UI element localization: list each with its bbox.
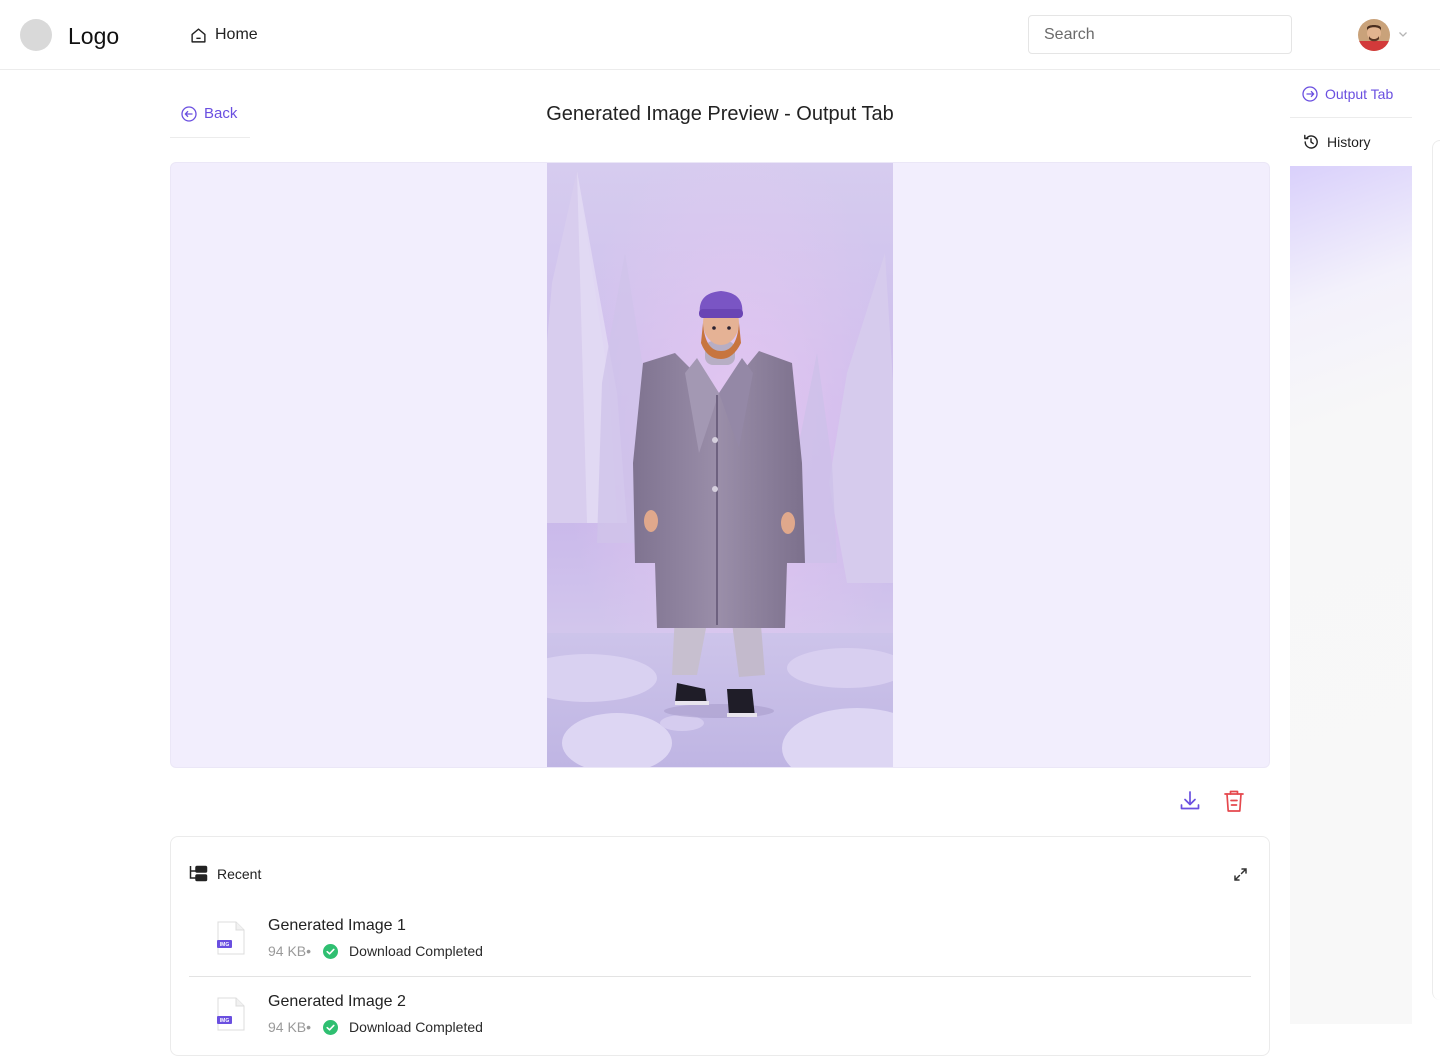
image-file-icon: IMG bbox=[217, 997, 245, 1031]
file-meta: 94 KB• Download Completed bbox=[268, 942, 483, 960]
list-item[interactable]: IMG Generated Image 2 94 KB• Download Co… bbox=[189, 979, 1251, 1053]
history-panel bbox=[1290, 166, 1412, 1024]
avatar-image bbox=[1358, 19, 1390, 51]
search-input[interactable] bbox=[1028, 15, 1292, 54]
nav-home-label: Home bbox=[215, 26, 258, 43]
recent-title: Recent bbox=[217, 865, 262, 882]
check-circle-icon bbox=[323, 1019, 339, 1035]
list-item[interactable]: IMG Generated Image 1 94 KB• Download Co… bbox=[189, 903, 1251, 977]
tab-output[interactable]: Output Tab bbox=[1290, 70, 1412, 118]
tab-history-label: History bbox=[1327, 134, 1371, 150]
file-status: Download Completed bbox=[349, 943, 483, 959]
recent-header: Recent bbox=[189, 865, 261, 882]
folder-tree-icon bbox=[189, 865, 208, 882]
expand-icon[interactable] bbox=[1233, 867, 1248, 882]
tab-output-label: Output Tab bbox=[1325, 85, 1394, 102]
logo-mark bbox=[20, 19, 52, 51]
download-icon[interactable] bbox=[1178, 789, 1202, 813]
recent-panel: Recent IMG Generated Image 1 94 KB• Down… bbox=[170, 836, 1270, 1056]
image-file-icon: IMG bbox=[217, 921, 245, 955]
chevron-down-icon[interactable] bbox=[1397, 28, 1409, 40]
logo-text: Logo bbox=[68, 23, 120, 49]
user-avatar[interactable] bbox=[1358, 19, 1390, 51]
right-panel-edge bbox=[1432, 140, 1440, 1000]
tab-history[interactable]: History bbox=[1290, 118, 1412, 166]
history-icon bbox=[1304, 134, 1318, 149]
nav-home-link[interactable]: Home bbox=[190, 24, 258, 46]
home-icon bbox=[191, 27, 206, 43]
file-meta: 94 KB• Download Completed bbox=[268, 1018, 483, 1036]
file-name: Generated Image 1 bbox=[268, 917, 406, 934]
image-preview bbox=[170, 162, 1270, 768]
file-type-badge: IMG bbox=[220, 942, 230, 948]
file-type-badge: IMG bbox=[220, 1018, 230, 1024]
file-size: 94 KB• bbox=[268, 1019, 312, 1035]
file-name: Generated Image 2 bbox=[268, 993, 406, 1010]
top-bar: Logo Home bbox=[0, 0, 1440, 70]
arrow-right-circle-icon bbox=[1302, 85, 1318, 102]
check-circle-icon bbox=[323, 943, 339, 959]
trash-icon[interactable] bbox=[1222, 788, 1246, 814]
file-status: Download Completed bbox=[349, 1019, 483, 1035]
page-title: Generated Image Preview - Output Tab bbox=[546, 103, 894, 125]
file-size: 94 KB• bbox=[268, 943, 312, 959]
generated-image bbox=[547, 163, 893, 767]
